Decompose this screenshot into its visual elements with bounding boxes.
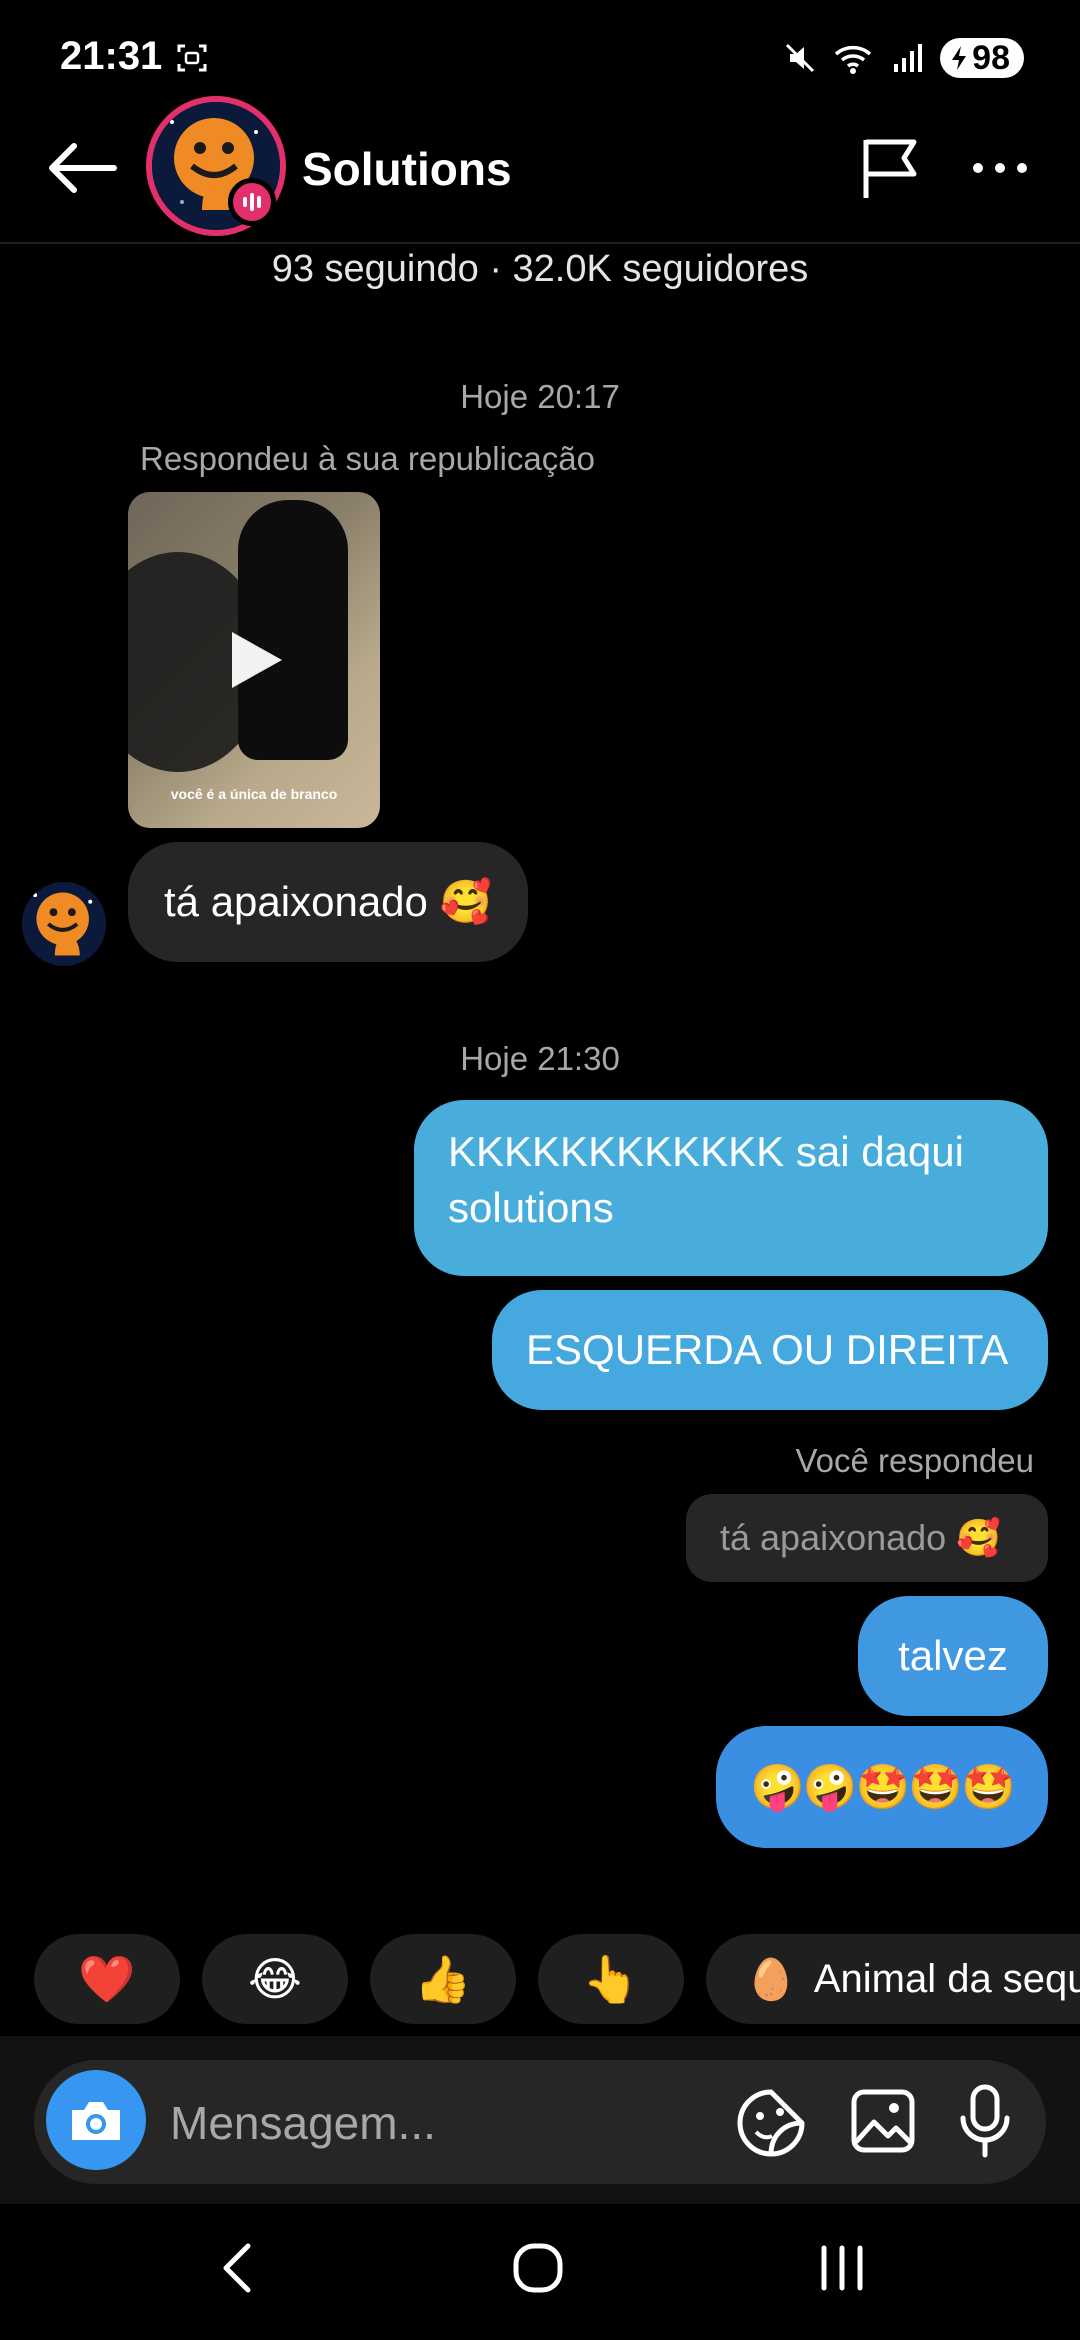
outgoing-message[interactable]: ESQUERDA OU DIREITA xyxy=(492,1290,1048,1410)
status-icons: 98 xyxy=(782,34,1024,82)
quick-reply-laugh[interactable]: 😂 xyxy=(202,1934,348,2024)
microphone-icon[interactable] xyxy=(958,2084,1012,2158)
avatar-image xyxy=(22,882,106,966)
video-caption: você é a única de branco xyxy=(170,786,338,802)
status-time: 21:31 xyxy=(60,34,163,78)
egg-icon: 🥚 xyxy=(746,1957,796,2002)
message-timestamp: Hoje 21:30 xyxy=(460,1040,620,1077)
wifi-icon xyxy=(835,46,872,74)
signal-icon xyxy=(894,44,923,72)
incoming-message[interactable]: tá apaixonado 🥰 xyxy=(128,842,528,962)
outgoing-message[interactable]: talvez xyxy=(858,1596,1048,1716)
play-icon[interactable] xyxy=(226,628,286,692)
battery-indicator: 98 xyxy=(940,38,1024,78)
header-divider xyxy=(0,242,1080,244)
quick-reply-heart[interactable]: ❤️ xyxy=(34,1934,180,2024)
mute-icon xyxy=(786,43,815,73)
charging-icon xyxy=(952,46,967,70)
contact-name[interactable]: Solutions xyxy=(302,142,512,196)
report-flag-icon[interactable] xyxy=(858,134,922,202)
gallery-icon[interactable] xyxy=(850,2088,916,2154)
battery-level: 98 xyxy=(972,38,1010,77)
camera-icon xyxy=(72,2102,120,2140)
sender-avatar[interactable] xyxy=(22,882,106,966)
message-timestamp: Hoje 20:17 xyxy=(460,378,620,415)
reply-caption: Respondeu à sua republicação xyxy=(140,440,595,477)
you-replied-label: Você respondeu xyxy=(795,1442,1034,1479)
camera-button[interactable] xyxy=(46,2070,146,2170)
message-input[interactable] xyxy=(168,2080,712,2166)
outgoing-message[interactable]: KKKKKKKKKKKK sai daqui solutions xyxy=(414,1100,1048,1276)
screenshot-icon xyxy=(177,44,207,72)
quick-reply-label: Animal da sequ xyxy=(813,1956,1080,2001)
more-options-icon[interactable] xyxy=(970,150,1030,186)
nav-back-button[interactable] xyxy=(214,2240,258,2296)
live-audio-badge xyxy=(228,178,276,226)
follow-stats: 93 seguindo · 32.0K seguidores xyxy=(271,248,809,290)
quick-reply-thumbs-up[interactable]: 👍 xyxy=(370,1934,516,2024)
outgoing-message[interactable]: 🤪🤪🤩🤩🤩 xyxy=(716,1726,1048,1848)
nav-recents-button[interactable] xyxy=(816,2240,868,2296)
back-button[interactable] xyxy=(42,138,122,198)
quick-reply-animal-game[interactable]: 🥚 Animal da sequ xyxy=(706,1934,1080,2024)
quoted-reply[interactable]: tá apaixonado 🥰 xyxy=(686,1494,1048,1582)
quick-reply-point-up[interactable]: 👆 xyxy=(538,1934,684,2024)
nav-home-button[interactable] xyxy=(512,2242,564,2294)
sticker-icon[interactable] xyxy=(736,2088,806,2158)
